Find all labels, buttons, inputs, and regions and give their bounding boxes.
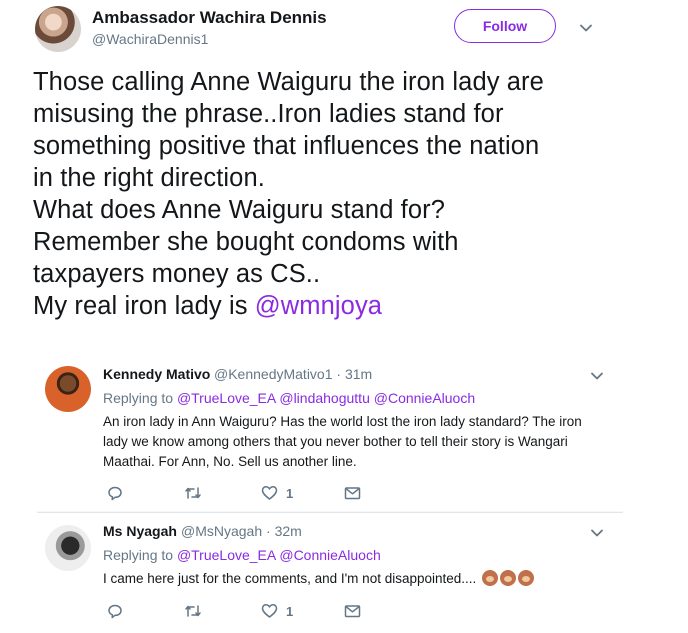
reply-author-name[interactable]: Ms Nyagah bbox=[103, 523, 177, 539]
tweet-text-last-line: My real iron lady is @wmnjoya bbox=[33, 290, 633, 322]
monkey-emoji-icon bbox=[482, 570, 499, 586]
reply-icon bbox=[108, 486, 122, 501]
like-count: 1 bbox=[286, 603, 294, 619]
replying-to-mentions[interactable]: @TrueLove_EA @lindahoguttu @ConnieAluoch bbox=[177, 390, 475, 406]
reply-actions: 1 bbox=[107, 485, 407, 503]
tweet-text: Those calling Anne Waiguru the iron lady… bbox=[33, 66, 633, 322]
replying-to-label: Replying to bbox=[103, 547, 174, 563]
reply-avatar[interactable] bbox=[45, 525, 91, 571]
tweet-text-line: Remember she bought condoms with bbox=[33, 228, 459, 256]
tweet-text-line: My real iron lady is bbox=[33, 292, 255, 320]
follow-button[interactable]: Follow bbox=[454, 9, 556, 43]
replying-to-mentions[interactable]: @TrueLove_EA @ConnieAluoch bbox=[177, 547, 381, 563]
main-tweet: Ambassador Wachira Dennis @WachiraDennis… bbox=[0, 0, 688, 352]
message-button[interactable] bbox=[344, 603, 361, 619]
envelope-icon bbox=[344, 487, 361, 500]
author-handle[interactable]: @WachiraDennis1 bbox=[92, 31, 208, 47]
chevron-down-icon[interactable] bbox=[578, 20, 594, 36]
retweet-icon bbox=[185, 487, 201, 499]
replying-to-label: Replying to bbox=[103, 390, 174, 406]
mention-link[interactable]: @wmnjoya bbox=[255, 292, 382, 320]
tweet-text-line: Those calling Anne Waiguru the iron lady… bbox=[33, 68, 544, 96]
replying-to: Replying to @TrueLove_EA @lindahoguttu @… bbox=[103, 390, 475, 406]
reply-tweet[interactable]: Ms Nyagah @MsNyagah · 32m Replying to @T… bbox=[37, 513, 623, 633]
reply-actions: 1 bbox=[107, 603, 407, 621]
author-avatar[interactable] bbox=[35, 6, 81, 52]
tweet-text-line: something positive that influences the n… bbox=[33, 132, 540, 160]
reply-button[interactable] bbox=[107, 603, 123, 619]
heart-icon bbox=[261, 604, 278, 618]
retweet-button[interactable] bbox=[184, 485, 202, 501]
retweet-button[interactable] bbox=[184, 603, 202, 619]
tweet-text-line: taxpayers money as CS.. bbox=[33, 260, 321, 288]
like-button[interactable]: 1 bbox=[261, 485, 293, 501]
reply-tweet[interactable]: Kennedy Mativo @KennedyMativo1 · 31m Rep… bbox=[37, 354, 623, 511]
chevron-down-icon[interactable] bbox=[589, 525, 605, 541]
tweet-text-line: in the right direction. bbox=[33, 164, 265, 192]
reply-icon bbox=[108, 604, 122, 619]
reply-avatar[interactable] bbox=[45, 366, 91, 412]
heart-icon bbox=[261, 486, 278, 500]
reply-author-handle[interactable]: @KennedyMativo1 · 31m bbox=[214, 366, 372, 382]
envelope-icon bbox=[344, 605, 361, 618]
reply-text-container: I came here just for the comments, and I… bbox=[103, 569, 608, 589]
reply-author-name[interactable]: Kennedy Mativo bbox=[103, 366, 210, 382]
reply-text: I came here just for the comments, and I… bbox=[103, 571, 477, 586]
tweet-text-line: misusing the phrase..Iron ladies stand f… bbox=[33, 100, 504, 128]
reply-button[interactable] bbox=[107, 485, 123, 501]
chevron-down-icon[interactable] bbox=[589, 368, 605, 384]
monkey-emoji-icon bbox=[500, 570, 517, 586]
retweet-icon bbox=[185, 605, 201, 617]
monkey-emoji-icon bbox=[518, 570, 535, 586]
like-count: 1 bbox=[286, 485, 294, 501]
reply-text: An iron lady in Ann Waiguru? Has the wor… bbox=[103, 414, 582, 469]
tweet-text-line: What does Anne Waiguru stand for? bbox=[33, 196, 446, 224]
author-name[interactable]: Ambassador Wachira Dennis bbox=[92, 8, 327, 28]
reply-author-handle[interactable]: @MsNyagah · 32m bbox=[181, 523, 302, 539]
like-button[interactable]: 1 bbox=[261, 603, 293, 619]
message-button[interactable] bbox=[344, 485, 361, 501]
replying-to: Replying to @TrueLove_EA @ConnieAluoch bbox=[103, 547, 381, 563]
